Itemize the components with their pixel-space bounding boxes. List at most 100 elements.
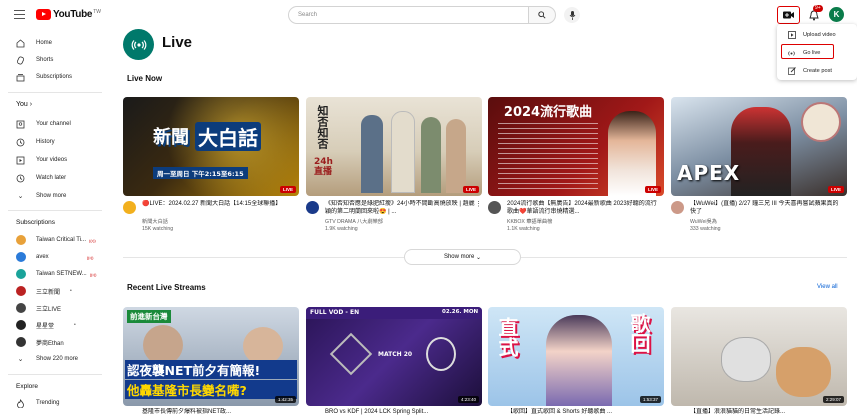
duration-badge: 1:42:35 — [274, 396, 296, 403]
shorts-icon — [16, 56, 25, 65]
channel-avatar[interactable] — [123, 201, 136, 214]
channel-avatar[interactable] — [488, 201, 501, 214]
thumbnail-cat — [721, 337, 771, 382]
video-thumbnail[interactable]: 2024流行歌曲 LIVE — [488, 97, 664, 196]
menu-item-go-live[interactable]: Go live — [787, 49, 820, 57]
video-thumbnail[interactable]: 新聞 大白話 周一至周日 下午2:15至6:15 LIVE — [123, 97, 299, 196]
thumbnail-text: 新聞 — [153, 127, 189, 148]
sidebar-item-history[interactable]: History — [16, 136, 55, 148]
video-title[interactable]: 【歌回】直式歌回 & Shorts 好聽歌曲 ... — [507, 408, 657, 416]
video-card[interactable]: 前進新台灣 認夜襲NET前夕有簡報! 他轟基隆市長變名嘴? 1:42:35 基隆… — [123, 307, 299, 415]
sidebar-item-show-more[interactable]: ⌄ Show more — [16, 190, 67, 202]
channel-avatar — [16, 252, 26, 262]
video-title[interactable]: 基隆市長傳前夕爆料被指NET政... — [142, 408, 292, 416]
thumbnail-figure — [546, 315, 612, 406]
sidebar-item-your-channel[interactable]: Your channel — [16, 118, 71, 130]
thumbnail-figure — [361, 115, 383, 193]
thumbnail-text: 直式 — [495, 317, 519, 357]
video-title[interactable]: 🔴LIVE：2024.02.27 新聞大白話【14:15全球聯播】 — [142, 200, 292, 216]
video-thumbnail[interactable]: 前進新台灣 認夜襲NET前夕有簡報! 他轟基隆市長變名嘴? 1:42:35 — [123, 307, 299, 406]
page-title: Live — [162, 34, 193, 51]
view-all-link[interactable]: View all — [817, 284, 838, 290]
video-thumbnail[interactable]: 直式 歌回 1:53:37 — [488, 307, 664, 406]
divider — [123, 257, 404, 258]
create-button[interactable] — [777, 6, 800, 24]
menu-item-label: Upload video — [803, 32, 836, 38]
sidebar-sub-item[interactable]: Taiwan SETNEW... ((•)) — [16, 268, 96, 280]
sidebar-item-show-more-subs[interactable]: ⌄ Show 220 more — [16, 353, 78, 365]
video-title[interactable]: 《知否知否應是綠肥紅瘦》24小時不間斷高燒放映 | 趙麗穎的第二明蘭回來啦😍 |… — [325, 200, 475, 216]
sidebar-item-home[interactable]: Home — [16, 37, 52, 49]
voice-search-button[interactable] — [564, 7, 580, 23]
you-heading[interactable]: You › — [16, 101, 32, 108]
recent-streams-heading: Recent Live Streams — [127, 283, 206, 292]
thumbnail-text: 歌回 — [627, 313, 651, 353]
sidebar-sub-item[interactable]: 星星堂 • — [16, 319, 76, 331]
video-card[interactable]: 直式 歌回 1:53:37 【歌回】直式歌回 & Shorts 好聽歌曲 ... — [488, 307, 664, 415]
thumbnail-figure — [143, 325, 183, 365]
live-badge: LIVE — [827, 186, 844, 193]
youtube-play-icon — [36, 9, 51, 20]
chevron-right-icon: › — [29, 101, 33, 108]
show-more-button[interactable]: Show more ⌄ — [404, 249, 521, 265]
video-card[interactable]: 2:29:07 【直播】浪浪貓貓的日常生活記錄... — [671, 307, 847, 415]
video-title[interactable]: 【WuWei】(直播) 2/27 鐘三兄 III 今天喜再嘗試蘋果真的快了 — [690, 200, 840, 216]
account-avatar[interactable]: K — [829, 7, 844, 22]
video-thumbnail[interactable]: FULL VOD - EN 02.26. MON MATCH 20 4:23:4… — [306, 307, 482, 406]
sidebar-sub-item[interactable]: avex ((•)) — [16, 251, 93, 263]
menu-item-create-post[interactable]: Create post — [787, 67, 832, 75]
channel-name[interactable]: GTV DRAMA 八大劇樂部 — [325, 218, 383, 225]
channel-avatar — [16, 286, 26, 296]
thumbnail-text: 24h 直播 — [314, 157, 333, 177]
sidebar-sub-item[interactable]: 三立LIVE — [16, 302, 61, 314]
sidebar-item-label: 三立LIVE — [36, 306, 62, 313]
sidebar-item-shorts[interactable]: Shorts — [16, 54, 53, 66]
subscriptions-icon — [16, 73, 25, 82]
divider — [8, 374, 102, 375]
sidebar-sub-item[interactable]: 三立新聞 • — [16, 285, 72, 297]
sidebar-sub-item[interactable]: 夢商Ethan — [16, 336, 64, 348]
more-actions-icon[interactable]: ⋮ — [475, 200, 482, 208]
search-button[interactable] — [529, 6, 556, 24]
live-indicator-icon: ((•)) — [89, 271, 97, 277]
new-content-dot: • — [70, 288, 72, 294]
channel-name[interactable]: 新聞大白話 — [142, 218, 168, 225]
sidebar-item-subscriptions[interactable]: Subscriptions — [16, 71, 72, 83]
video-title[interactable]: 2024流行歌曲【無廣告】2024最新歌曲 2023好聽的流行歌曲❤️華語流行串… — [507, 200, 657, 216]
channel-avatar — [16, 337, 26, 347]
sidebar-item-your-videos[interactable]: Your videos — [16, 154, 67, 166]
channel-avatar — [16, 235, 26, 245]
video-thumbnail[interactable]: 知否知否 24h 直播 LIVE — [306, 97, 482, 196]
menu-icon[interactable] — [14, 10, 25, 19]
youtube-logo[interactable]: YouTube TW — [36, 9, 101, 20]
thumbnail-text: 他轟基隆市長變名嘴? — [125, 380, 297, 399]
search-input[interactable]: Search — [288, 6, 529, 24]
video-title[interactable]: BRO vs KDF | 2024 LCK Spring Split... — [325, 408, 475, 416]
video-card[interactable]: FULL VOD - EN 02.26. MON MATCH 20 4:23:4… — [306, 307, 482, 415]
channel-name[interactable]: KKBOX 華語單曲榜 — [507, 218, 552, 225]
channel-avatar[interactable] — [306, 201, 319, 214]
sidebar-item-trending[interactable]: Trending — [16, 397, 59, 409]
channel-avatar[interactable] — [671, 201, 684, 214]
videos-icon — [16, 156, 25, 165]
channel-name[interactable]: WuWei吳為 — [690, 218, 717, 225]
sidebar-sub-item[interactable]: Taiwan Critical Ti... ((•)) — [16, 234, 96, 246]
thumbnail-figure — [421, 117, 441, 193]
you-heading-label: You — [16, 101, 28, 108]
sidebar-item-label: Shorts — [36, 57, 54, 63]
thumbnail-figure — [608, 111, 656, 196]
thumbnail-text: APEX — [677, 161, 741, 185]
thumbnail-text: MATCH 20 — [378, 351, 413, 358]
video-thumbnail[interactable]: 2:29:07 — [671, 307, 847, 406]
sidebar-item-label: avex — [36, 254, 49, 260]
thumbnail-figure — [446, 119, 466, 193]
search-icon — [538, 11, 546, 19]
home-icon — [16, 38, 25, 48]
sidebar-item-watch-later[interactable]: Watch later — [16, 172, 66, 184]
video-title[interactable]: 【直播】浪浪貓貓的日常生活記錄... — [690, 408, 840, 416]
subscriptions-heading: Subscriptions — [16, 219, 56, 226]
channel-icon — [16, 120, 25, 129]
video-thumbnail[interactable]: APEX LIVE — [671, 97, 847, 196]
viewer-count: 333 watching — [690, 226, 721, 232]
menu-item-upload-video[interactable]: Upload video — [787, 31, 836, 39]
